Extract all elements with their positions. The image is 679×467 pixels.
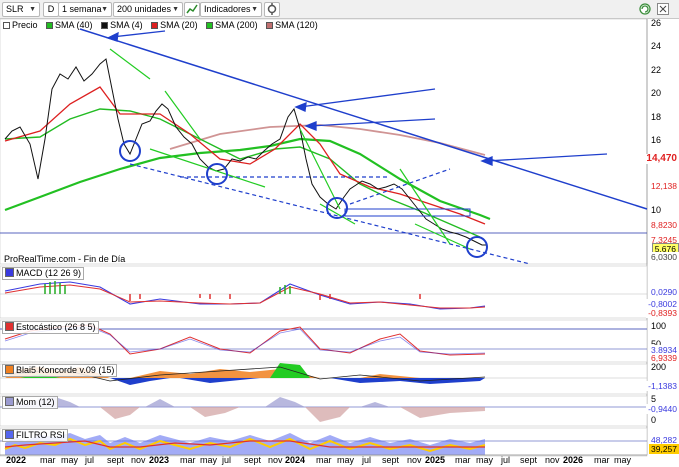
axis-label: mar (455, 455, 471, 465)
units-selector[interactable]: 200 unidades ▼ (113, 2, 183, 17)
legend-sma40[interactable]: SMA (40) (46, 19, 93, 32)
green-swatch-icon (46, 22, 54, 29)
axis-label: nov (545, 455, 560, 465)
price-tag: 6,0300 (649, 252, 679, 262)
indicator-tag: 39,257 (649, 444, 679, 454)
indicators-selector[interactable]: Indicadores ▼ (200, 2, 262, 17)
axis-label: 10 (651, 205, 662, 215)
legend-sma4[interactable]: SMA (4) (101, 19, 143, 32)
chevron-down-icon: ▼ (101, 6, 108, 13)
purple-swatch-icon (5, 397, 14, 406)
koncorde-label[interactable]: Blai5 Koncorde v.09 (15) (2, 364, 118, 377)
blue-swatch-icon (5, 268, 14, 277)
legend-sma120[interactable]: SMA (120) (266, 19, 318, 32)
close-icon[interactable] (657, 3, 669, 15)
axis-label: mar (40, 455, 56, 465)
axis-label: 26 (651, 18, 662, 28)
axis-label: 100 (651, 321, 667, 331)
stochastic-label[interactable]: Estocástico (26 8 5) (2, 321, 99, 334)
indicator-tag: -1,1383 (646, 381, 679, 391)
wrench-icon (267, 3, 277, 15)
price-legend: Precio SMA (40) SMA (4) SMA (20) SMA (20… (3, 19, 324, 32)
orange-swatch-icon (5, 365, 14, 374)
blue-swatch-icon (5, 430, 14, 439)
red-swatch-icon (266, 22, 274, 29)
green-swatch-icon (206, 22, 214, 29)
axis-label: jul (222, 455, 232, 465)
axis-label: 2025 (425, 455, 446, 465)
axis-label: 2024 (285, 455, 306, 465)
axis-label: may (200, 455, 218, 465)
axis-label: sept (107, 455, 125, 465)
checkbox-icon (3, 22, 10, 29)
axis-label: mar (316, 455, 332, 465)
timeframe-text: 1 semana (62, 4, 102, 14)
axis-label: 0 (651, 415, 657, 425)
macd-label[interactable]: MACD (12 26 9) (2, 267, 85, 280)
axis-label: 2023 (149, 455, 170, 465)
axis-label: jul (501, 455, 511, 465)
settings-button[interactable] (264, 2, 280, 17)
refresh-icon[interactable] (639, 3, 651, 15)
axis-label: 22 (651, 65, 662, 75)
axis-label: 2026 (563, 455, 584, 465)
toolbar: SLR ▼ D 1 semana ▼ 200 unidades ▼ Indicador… (0, 0, 679, 19)
indicator-tag: -0,9440 (646, 404, 679, 414)
legend-sma200[interactable]: SMA (200) (206, 19, 258, 32)
axis-label: 5 (651, 394, 657, 404)
axis-label: sept (520, 455, 538, 465)
price-tag: 12,138 (649, 181, 679, 191)
black-swatch-icon (101, 22, 109, 29)
indicator-tag: 0,0290 (649, 287, 679, 297)
timeframe-selector[interactable]: 1 semana ▼ (58, 2, 112, 17)
chevron-down-icon: ▼ (29, 6, 36, 13)
axis-label: mar (180, 455, 196, 465)
red-swatch-icon (151, 22, 159, 29)
axis-label: 20 (651, 88, 662, 98)
red-swatch-icon (5, 322, 14, 331)
axis-label: may (614, 455, 632, 465)
axis-label: 2022 (6, 455, 27, 465)
source-footer: ProRealTime.com - Fin de Día (4, 254, 126, 264)
d-button[interactable]: D (43, 2, 59, 17)
time-axis: 2022 mar may jul sept nov 2023 mar may j… (0, 455, 679, 467)
indicator-chart-icon (186, 4, 198, 14)
axis-label: nov (268, 455, 283, 465)
units-text: 200 unidades (117, 4, 172, 14)
axis-label: 24 (651, 41, 662, 51)
chart-area[interactable]: Precio SMA (40) SMA (4) SMA (20) SMA (20… (0, 18, 679, 467)
indicator-tag: -0,8393 (646, 308, 679, 318)
legend-sma20[interactable]: SMA (20) (151, 19, 198, 32)
axis-label: jul (85, 455, 95, 465)
momentum-label[interactable]: Mom (12) (2, 396, 58, 409)
chevron-down-icon: ▼ (251, 6, 258, 13)
axis-label: 16 (651, 135, 662, 145)
indicators-button[interactable] (184, 2, 200, 17)
axis-label: may (61, 455, 79, 465)
chart-canvas (0, 19, 648, 457)
axis-label: mar (594, 455, 610, 465)
axis-label: 200 (651, 362, 667, 372)
axis-label: sept (382, 455, 400, 465)
symbol-selector[interactable]: SLR ▼ (2, 2, 40, 17)
d-label: D (47, 4, 55, 14)
axis-label: jul (362, 455, 372, 465)
chevron-down-icon: ▼ (172, 6, 179, 13)
rsi-filter-label[interactable]: FILTRO RSI (2, 429, 68, 442)
symbol-text: SLR (6, 4, 24, 14)
price-tag: 8,8230 (649, 220, 679, 230)
indicators-text: Indicadores (204, 4, 251, 14)
axis-label: 18 (651, 112, 662, 122)
axis-label: sept (244, 455, 262, 465)
axis-label: may (476, 455, 494, 465)
legend-precio[interactable]: Precio (3, 19, 38, 32)
axis-label: nov (131, 455, 146, 465)
axis-label: nov (407, 455, 422, 465)
axis-label: may (337, 455, 355, 465)
price-tag: 14,470 (644, 153, 679, 164)
